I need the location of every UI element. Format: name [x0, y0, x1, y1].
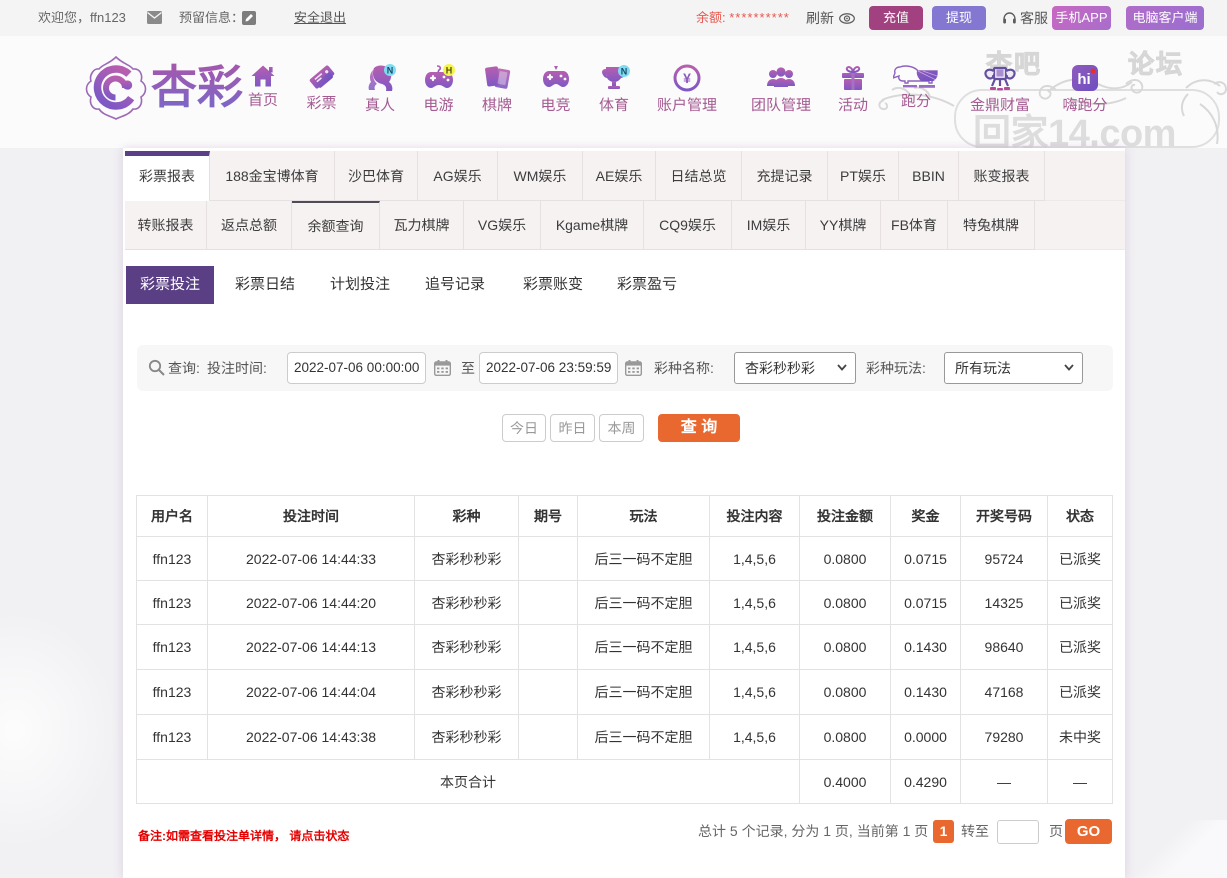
svg-text:hi: hi — [1077, 71, 1090, 88]
svg-text:H: H — [445, 66, 452, 76]
svg-text:N: N — [387, 66, 394, 76]
svg-text:¥: ¥ — [683, 70, 691, 86]
svg-text:N: N — [621, 67, 628, 77]
